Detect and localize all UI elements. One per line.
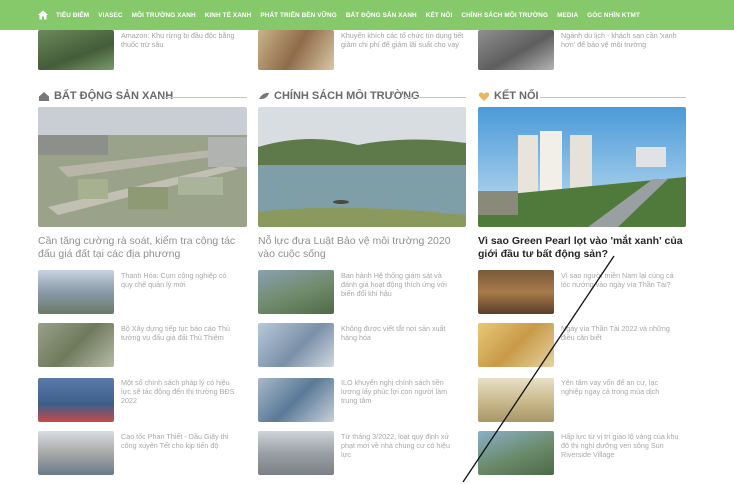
list-item-thumb[interactable] xyxy=(38,270,114,314)
list-item-text[interactable]: Hấp lực từ vị trí giao lộ vàng của khu đ… xyxy=(561,432,679,459)
section-divider xyxy=(163,97,247,98)
list-item-text[interactable]: Cao tốc Phan Thiết - Dầu Giây thi công x… xyxy=(121,432,239,450)
top-thumb-3[interactable] xyxy=(478,30,554,70)
list-item-thumb[interactable] xyxy=(258,378,334,422)
list-item-thumb[interactable] xyxy=(38,378,114,422)
section-divider xyxy=(540,97,686,98)
list-item-text[interactable]: Không được viết tắt nơi sản xuất hàng hó… xyxy=(341,324,459,342)
list-item-thumb[interactable] xyxy=(478,323,554,367)
home-icon[interactable] xyxy=(37,9,49,21)
list-item-text[interactable]: Vì sao người miền Nam lại cúng cá lóc nư… xyxy=(561,271,679,289)
list-item-thumb[interactable] xyxy=(258,323,334,367)
list-item-text[interactable]: Một số chính sách pháp lý có hiệu lực sẽ… xyxy=(121,378,239,405)
list-item-text[interactable]: ILO khuyến nghị chính sách tiền lương lấ… xyxy=(341,378,459,405)
nav-item-goc-nhin-ktmt[interactable]: GÓC NHÌN KTMT xyxy=(587,12,640,19)
nav-item-ket-noi[interactable]: KẾT NỐI xyxy=(426,12,453,19)
nav-item-chinh-sach-moi-truong[interactable]: CHÍNH SÁCH MÔI TRƯỜNG xyxy=(461,12,548,19)
section-header-csmt[interactable]: CHÍNH SÁCH MÔI TRƯỜNG xyxy=(258,90,420,102)
list-item-thumb[interactable] xyxy=(478,270,554,314)
nav-item-bat-dong-san-xanh[interactable]: BẤT ĐỘNG SẢN XANH xyxy=(346,12,417,19)
list-item-text[interactable]: Ngày vía Thần Tài 2022 và những điều cần… xyxy=(561,324,679,342)
hero-title-ket-noi[interactable]: Vì sao Green Pearl lọt vào 'mắt xanh' củ… xyxy=(478,235,686,261)
list-item-thumb[interactable] xyxy=(258,270,334,314)
nav-item-tieu-diem[interactable]: TIÊU ĐIỂM xyxy=(56,12,89,19)
hero-image-bds[interactable] xyxy=(38,107,247,227)
section-divider xyxy=(404,97,466,98)
hero-image-csmt[interactable] xyxy=(258,107,466,227)
section-title: KẾT NỐI xyxy=(494,90,539,102)
nav-item-media[interactable]: MEDIA xyxy=(557,12,578,19)
section-title: BẤT ĐỘNG SẢN XANH xyxy=(54,90,174,102)
list-item-thumb[interactable] xyxy=(38,323,114,367)
list-item-thumb[interactable] xyxy=(258,431,334,475)
nav-item-phat-trien-ben-vung[interactable]: PHÁT TRIỂN BỀN VỮNG xyxy=(260,12,336,19)
top-nav: TIÊU ĐIỂM VIASEC MÔI TRƯỜNG XANH KINH TẾ… xyxy=(0,0,734,30)
heart-icon xyxy=(478,91,490,101)
list-item-text[interactable]: Bộ Xây dựng tiếp tục báo cáo Thủ tướng v… xyxy=(121,324,239,342)
top-thumb-2[interactable] xyxy=(258,30,334,70)
leaf-icon xyxy=(259,92,269,99)
nav-item-kinh-te-xanh[interactable]: KINH TẾ XANH xyxy=(205,12,252,19)
list-item-text[interactable]: Yên tâm vay vốn để an cư, lạc nghiệp nga… xyxy=(561,378,679,396)
hero-image-ket-noi[interactable] xyxy=(478,107,686,227)
top-snippet-2[interactable]: Khuyến khích các tổ chức tín dụng tiết g… xyxy=(341,31,465,49)
top-snippet-3[interactable]: Ngành du lịch - khách sạn cần 'xanh hơn'… xyxy=(561,31,685,49)
list-item-thumb[interactable] xyxy=(478,431,554,475)
list-item-text[interactable]: Ban hành Hệ thống giám sát và đánh giá h… xyxy=(341,271,459,298)
list-item-text[interactable]: Thanh Hóa: Cụm công nghiệp có quy chế qu… xyxy=(121,271,239,289)
section-header-bds[interactable]: BẤT ĐỘNG SẢN XANH xyxy=(38,90,173,102)
list-item-thumb[interactable] xyxy=(478,378,554,422)
hero-title-csmt[interactable]: Nỗ lực đưa Luật Bảo vệ môi trường 2020 v… xyxy=(258,235,470,261)
nav-item-viasec[interactable]: VIASEC xyxy=(98,12,122,19)
section-header-ket-noi[interactable]: KẾT NỐI xyxy=(478,90,539,102)
list-item-thumb[interactable] xyxy=(38,431,114,475)
list-item-text[interactable]: Từ tháng 3/2022, loạt quy định xử phạt m… xyxy=(341,432,459,459)
top-snippet-1[interactable]: Amazon: Khu rừng bị đầu độc bằng thuốc t… xyxy=(121,31,247,49)
nav-items: TIÊU ĐIỂM VIASEC MÔI TRƯỜNG XANH KINH TẾ… xyxy=(56,0,640,30)
nav-item-moi-truong-xanh[interactable]: MÔI TRƯỜNG XANH xyxy=(132,12,196,19)
house-icon xyxy=(39,91,49,101)
top-thumb-1[interactable] xyxy=(38,30,114,70)
hero-title-bds[interactable]: Cần tăng cường rà soát, kiểm tra công tá… xyxy=(38,235,248,261)
section-title: CHÍNH SÁCH MÔI TRƯỜNG xyxy=(274,90,420,102)
